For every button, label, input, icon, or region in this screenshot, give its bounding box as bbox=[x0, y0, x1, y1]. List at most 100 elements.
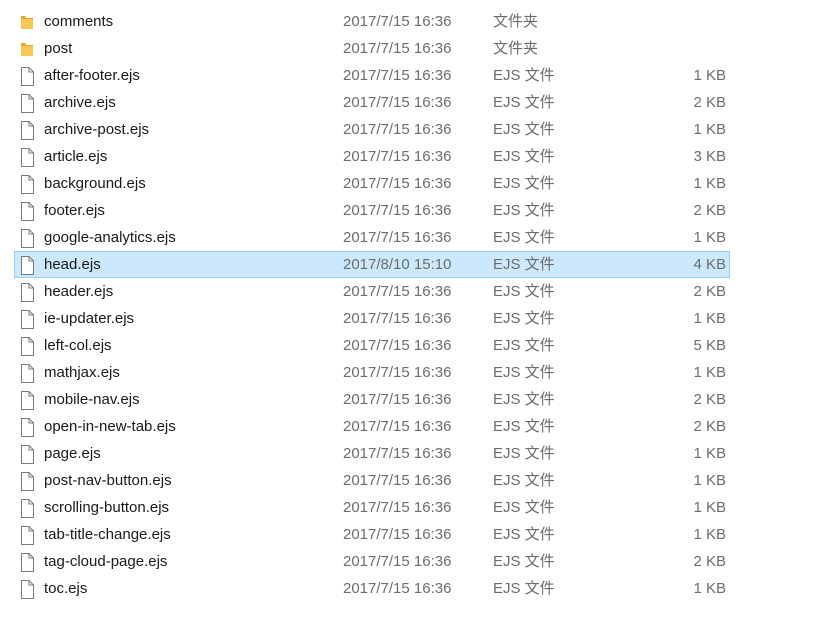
file-type: EJS 文件 bbox=[493, 310, 555, 327]
file-modified-date: 2017/7/15 16:36 bbox=[343, 526, 452, 543]
file-size: 1 KB bbox=[693, 175, 726, 192]
file-size: 1 KB bbox=[693, 229, 726, 246]
file-modified-date: 2017/7/15 16:36 bbox=[343, 40, 452, 57]
file-name: article.ejs bbox=[44, 148, 108, 165]
file-modified-date: 2017/7/15 16:36 bbox=[343, 13, 452, 30]
file-name: scrolling-button.ejs bbox=[44, 499, 170, 516]
file-row[interactable]: mathjax.ejs 2017/7/15 16:36 EJS 文件 1 KB bbox=[0, 359, 834, 386]
file-modified-date: 2017/8/10 15:10 bbox=[343, 256, 452, 273]
file-icon bbox=[18, 201, 36, 221]
file-row[interactable]: after-footer.ejs 2017/7/15 16:36 EJS 文件 1 K… bbox=[0, 62, 834, 89]
file-name: comments bbox=[44, 13, 114, 30]
file-name: left-col.ejs bbox=[44, 337, 112, 354]
file-icon bbox=[18, 174, 36, 194]
file-size: 1 KB bbox=[693, 67, 726, 84]
file-row[interactable]: archive.ejs 2017/7/15 16:36 EJS 文件 2 KB bbox=[0, 89, 834, 116]
file-type: EJS 文件 bbox=[493, 67, 555, 84]
file-type: EJS 文件 bbox=[493, 526, 555, 543]
file-name: mathjax.ejs bbox=[44, 364, 120, 381]
file-row[interactable]: header.ejs 2017/7/15 16:36 EJS 文件 2 KB bbox=[0, 278, 834, 305]
file-type: EJS 文件 bbox=[493, 337, 555, 354]
file-type: EJS 文件 bbox=[493, 445, 555, 462]
folder-icon bbox=[18, 39, 36, 59]
file-modified-date: 2017/7/15 16:36 bbox=[343, 445, 452, 462]
file-row[interactable]: post-nav-button.ejs 2017/7/15 16:36 EJS 文件… bbox=[0, 467, 834, 494]
file-modified-date: 2017/7/15 16:36 bbox=[343, 148, 452, 165]
file-name: page.ejs bbox=[44, 445, 101, 462]
file-size: 3 KB bbox=[693, 148, 726, 165]
file-type: EJS 文件 bbox=[493, 418, 555, 435]
file-size: 1 KB bbox=[693, 445, 726, 462]
file-name: toc.ejs bbox=[44, 580, 88, 597]
file-row[interactable]: footer.ejs 2017/7/15 16:36 EJS 文件 2 KB bbox=[0, 197, 834, 224]
file-row[interactable]: ie-updater.ejs 2017/7/15 16:36 EJS 文件 1 KB bbox=[0, 305, 834, 332]
file-name: background.ejs bbox=[44, 175, 146, 192]
file-name: header.ejs bbox=[44, 283, 114, 300]
file-type: EJS 文件 bbox=[493, 148, 555, 165]
file-name: open-in-new-tab.ejs bbox=[44, 418, 176, 435]
file-type: EJS 文件 bbox=[493, 94, 555, 111]
file-size: 4 KB bbox=[693, 256, 726, 273]
file-icon bbox=[18, 579, 36, 599]
file-icon bbox=[18, 336, 36, 356]
file-name: after-footer.ejs bbox=[44, 67, 140, 84]
file-name: head.ejs bbox=[44, 256, 101, 273]
file-icon bbox=[18, 228, 36, 248]
file-modified-date: 2017/7/15 16:36 bbox=[343, 67, 452, 84]
file-icon bbox=[18, 66, 36, 86]
file-name: post bbox=[44, 40, 73, 57]
file-type: EJS 文件 bbox=[493, 121, 555, 138]
file-modified-date: 2017/7/15 16:36 bbox=[343, 499, 452, 516]
file-row[interactable]: background.ejs 2017/7/15 16:36 EJS 文件 1 KB bbox=[0, 170, 834, 197]
file-size: 2 KB bbox=[693, 418, 726, 435]
file-icon bbox=[18, 120, 36, 140]
file-name: mobile-nav.ejs bbox=[44, 391, 140, 408]
folder-icon bbox=[18, 12, 36, 32]
file-modified-date: 2017/7/15 16:36 bbox=[343, 580, 452, 597]
file-modified-date: 2017/7/15 16:36 bbox=[343, 391, 452, 408]
file-size: 1 KB bbox=[693, 499, 726, 516]
file-icon bbox=[18, 444, 36, 464]
file-modified-date: 2017/7/15 16:36 bbox=[343, 283, 452, 300]
file-size: 2 KB bbox=[693, 94, 726, 111]
file-row[interactable]: toc.ejs 2017/7/15 16:36 EJS 文件 1 KB bbox=[0, 575, 834, 602]
file-type: EJS 文件 bbox=[493, 580, 555, 597]
file-row[interactable]: post 2017/7/15 16:36 文件夹 bbox=[0, 35, 834, 62]
file-name: tab-title-change.ejs bbox=[44, 526, 171, 543]
file-row[interactable]: scrolling-button.ejs 2017/7/15 16:36 EJS 文… bbox=[0, 494, 834, 521]
file-row[interactable]: head.ejs 2017/8/10 15:10 EJS 文件 4 KB bbox=[0, 251, 834, 278]
file-icon bbox=[18, 309, 36, 329]
file-size: 1 KB bbox=[693, 580, 726, 597]
file-icon bbox=[18, 282, 36, 302]
file-icon bbox=[18, 147, 36, 167]
file-list: comments 2017/7/15 16:36 文件夹 post 2017/7/15 … bbox=[0, 8, 834, 602]
file-name: ie-updater.ejs bbox=[44, 310, 135, 327]
file-modified-date: 2017/7/15 16:36 bbox=[343, 418, 452, 435]
file-size: 2 KB bbox=[693, 283, 726, 300]
file-name: archive-post.ejs bbox=[44, 121, 150, 138]
file-icon bbox=[18, 390, 36, 410]
file-row[interactable]: tag-cloud-page.ejs 2017/7/15 16:36 EJS 文件 2… bbox=[0, 548, 834, 575]
file-row[interactable]: google-analytics.ejs 2017/7/15 16:36 EJS 文… bbox=[0, 224, 834, 251]
file-icon bbox=[18, 471, 36, 491]
file-row[interactable]: page.ejs 2017/7/15 16:36 EJS 文件 1 KB bbox=[0, 440, 834, 467]
file-type: EJS 文件 bbox=[493, 391, 555, 408]
file-name: post-nav-button.ejs bbox=[44, 472, 172, 489]
file-row[interactable]: left-col.ejs 2017/7/15 16:36 EJS 文件 5 KB bbox=[0, 332, 834, 359]
file-size: 2 KB bbox=[693, 202, 726, 219]
file-row[interactable]: archive-post.ejs 2017/7/15 16:36 EJS 文件 1 K… bbox=[0, 116, 834, 143]
file-modified-date: 2017/7/15 16:36 bbox=[343, 175, 452, 192]
file-modified-date: 2017/7/15 16:36 bbox=[343, 202, 452, 219]
file-row[interactable]: open-in-new-tab.ejs 2017/7/15 16:36 EJS 文件… bbox=[0, 413, 834, 440]
file-row[interactable]: article.ejs 2017/7/15 16:36 EJS 文件 3 KB bbox=[0, 143, 834, 170]
file-row[interactable]: tab-title-change.ejs 2017/7/15 16:36 EJS 文… bbox=[0, 521, 834, 548]
file-icon bbox=[18, 498, 36, 518]
file-name: archive.ejs bbox=[44, 94, 116, 111]
file-name: google-analytics.ejs bbox=[44, 229, 176, 246]
file-row[interactable]: mobile-nav.ejs 2017/7/15 16:36 EJS 文件 2 KB bbox=[0, 386, 834, 413]
file-modified-date: 2017/7/15 16:36 bbox=[343, 229, 452, 246]
file-size: 1 KB bbox=[693, 472, 726, 489]
file-type: EJS 文件 bbox=[493, 229, 555, 246]
file-type: EJS 文件 bbox=[493, 472, 555, 489]
file-row[interactable]: comments 2017/7/15 16:36 文件夹 bbox=[0, 8, 834, 35]
